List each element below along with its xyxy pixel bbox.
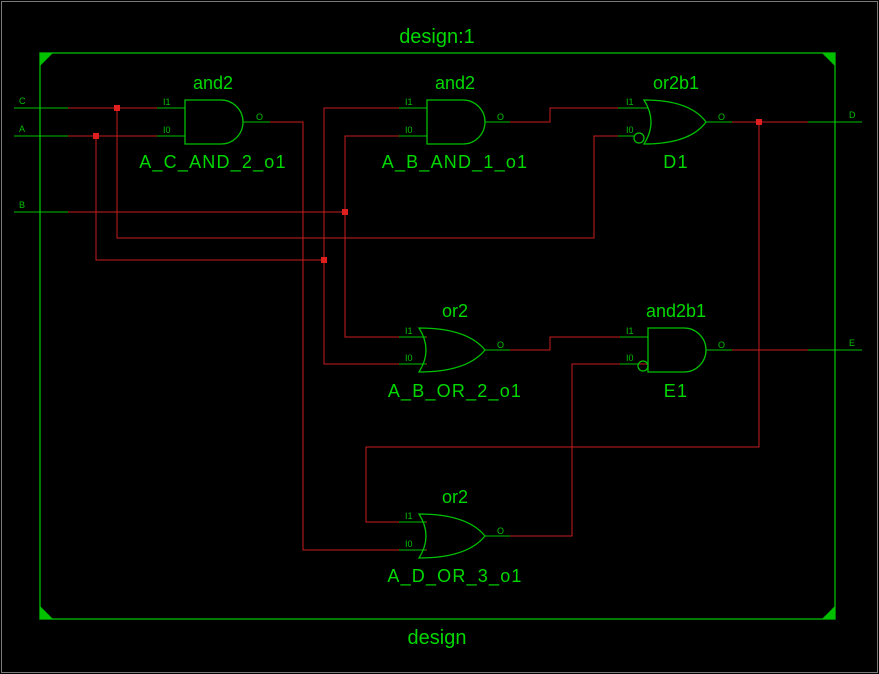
gate-type-label: or2 xyxy=(442,487,468,507)
port-a[interactable]: A xyxy=(14,124,68,137)
wire-c-to-d1[interactable] xyxy=(116,108,618,239)
port-label-b: B xyxy=(19,200,25,210)
gate-a-c-and-2-o1[interactable]: I1 I0 O and2 A_C_AND_2_o1 xyxy=(139,73,286,173)
instance-title: design:1 xyxy=(399,26,475,48)
schematic-canvas: design:1 design C A B D E I1 I0 O and2 A… xyxy=(1,1,878,673)
gate-instance-name: A_B_AND_1_o1 xyxy=(382,152,529,173)
corner-mark-top-right xyxy=(822,53,835,66)
junction-a-split xyxy=(321,257,327,263)
design-boundary[interactable] xyxy=(39,52,836,620)
junction-c xyxy=(114,105,120,111)
pin-label-i1: I1 xyxy=(405,326,413,336)
inversion-bubble xyxy=(633,132,645,144)
and-gate-symbol xyxy=(184,99,244,145)
pin-label-i1: I1 xyxy=(405,511,413,521)
and-gate-symbol xyxy=(426,99,486,145)
port-label-c: C xyxy=(19,96,26,106)
pin-label-i0: I0 xyxy=(163,125,171,135)
port-label-d: D xyxy=(849,110,856,120)
pin-label-o: O xyxy=(256,112,263,122)
pin-label-o: O xyxy=(718,340,725,350)
and-gate-symbol xyxy=(647,327,707,373)
pin-label-i0: I0 xyxy=(626,125,634,135)
gate-type-label: or2 xyxy=(442,301,468,321)
gate-type-label: or2b1 xyxy=(653,73,699,93)
port-label-e: E xyxy=(849,338,855,348)
gate-a-b-and-1-o1[interactable]: I1 I0 O and2 A_B_AND_1_o1 xyxy=(382,73,529,173)
gate-instance-name: A_C_AND_2_o1 xyxy=(139,152,286,173)
pin-label-o: O xyxy=(497,340,504,350)
port-b[interactable]: B xyxy=(14,200,68,213)
gate-d1[interactable]: I1 I0 O or2b1 D1 xyxy=(618,73,732,172)
corner-mark-top-left xyxy=(40,53,53,66)
corner-mark-bottom-left xyxy=(40,606,53,619)
inversion-bubble xyxy=(637,360,649,372)
gate-type-label: and2 xyxy=(435,73,475,93)
gate-instance-name: D1 xyxy=(663,152,688,172)
or-gate-symbol xyxy=(417,513,486,559)
pin-label-o: O xyxy=(497,112,504,122)
gate-instance-name: E1 xyxy=(664,381,688,401)
wire-b-to-and-b[interactable] xyxy=(344,135,427,212)
gate-instance-name: A_B_OR_2_o1 xyxy=(388,381,522,402)
pin-label-o: O xyxy=(718,112,725,122)
gate-a-b-or-2-o1[interactable]: I1 I0 O or2 A_B_OR_2_o1 xyxy=(388,301,522,402)
wire-and-b-out[interactable] xyxy=(510,107,618,123)
gate-e1[interactable]: I1 I0 O and2b1 E1 xyxy=(620,301,732,401)
pin-label-i0: I0 xyxy=(405,353,413,363)
gate-instance-name: A_D_OR_3_o1 xyxy=(387,566,522,587)
wire-or-b-out[interactable] xyxy=(510,336,648,351)
pin-label-i1: I1 xyxy=(626,97,634,107)
module-title: design xyxy=(408,627,467,649)
pin-label-i1: I1 xyxy=(405,97,413,107)
port-label-a: A xyxy=(19,124,25,134)
junction-b xyxy=(342,209,348,215)
or-gate-symbol xyxy=(642,99,707,145)
port-c[interactable]: C xyxy=(14,96,68,109)
gate-type-label: and2 xyxy=(193,73,233,93)
or-gate-symbol xyxy=(417,327,486,373)
junction-a xyxy=(93,133,99,139)
wire-d-feedback[interactable] xyxy=(365,122,760,523)
pin-label-i0: I0 xyxy=(626,353,634,363)
pin-label-o: O xyxy=(497,526,504,536)
gate-type-label: and2b1 xyxy=(646,301,706,321)
corner-mark-bottom-right xyxy=(822,606,835,619)
wire-b-to-or-b[interactable] xyxy=(344,212,427,338)
gate-a-d-or-3-o1[interactable]: I1 I0 O or2 A_D_OR_3_o1 xyxy=(387,487,522,587)
pin-label-i1: I1 xyxy=(163,97,171,107)
pin-label-i0: I0 xyxy=(405,125,413,135)
pin-label-i1: I1 xyxy=(626,326,634,336)
wire-or-d-out[interactable] xyxy=(510,363,648,537)
pin-label-i0: I0 xyxy=(405,539,413,549)
wire-and-c-out[interactable] xyxy=(270,121,427,551)
wire-a-to-or-b[interactable] xyxy=(323,260,427,365)
junction-d xyxy=(756,119,762,125)
